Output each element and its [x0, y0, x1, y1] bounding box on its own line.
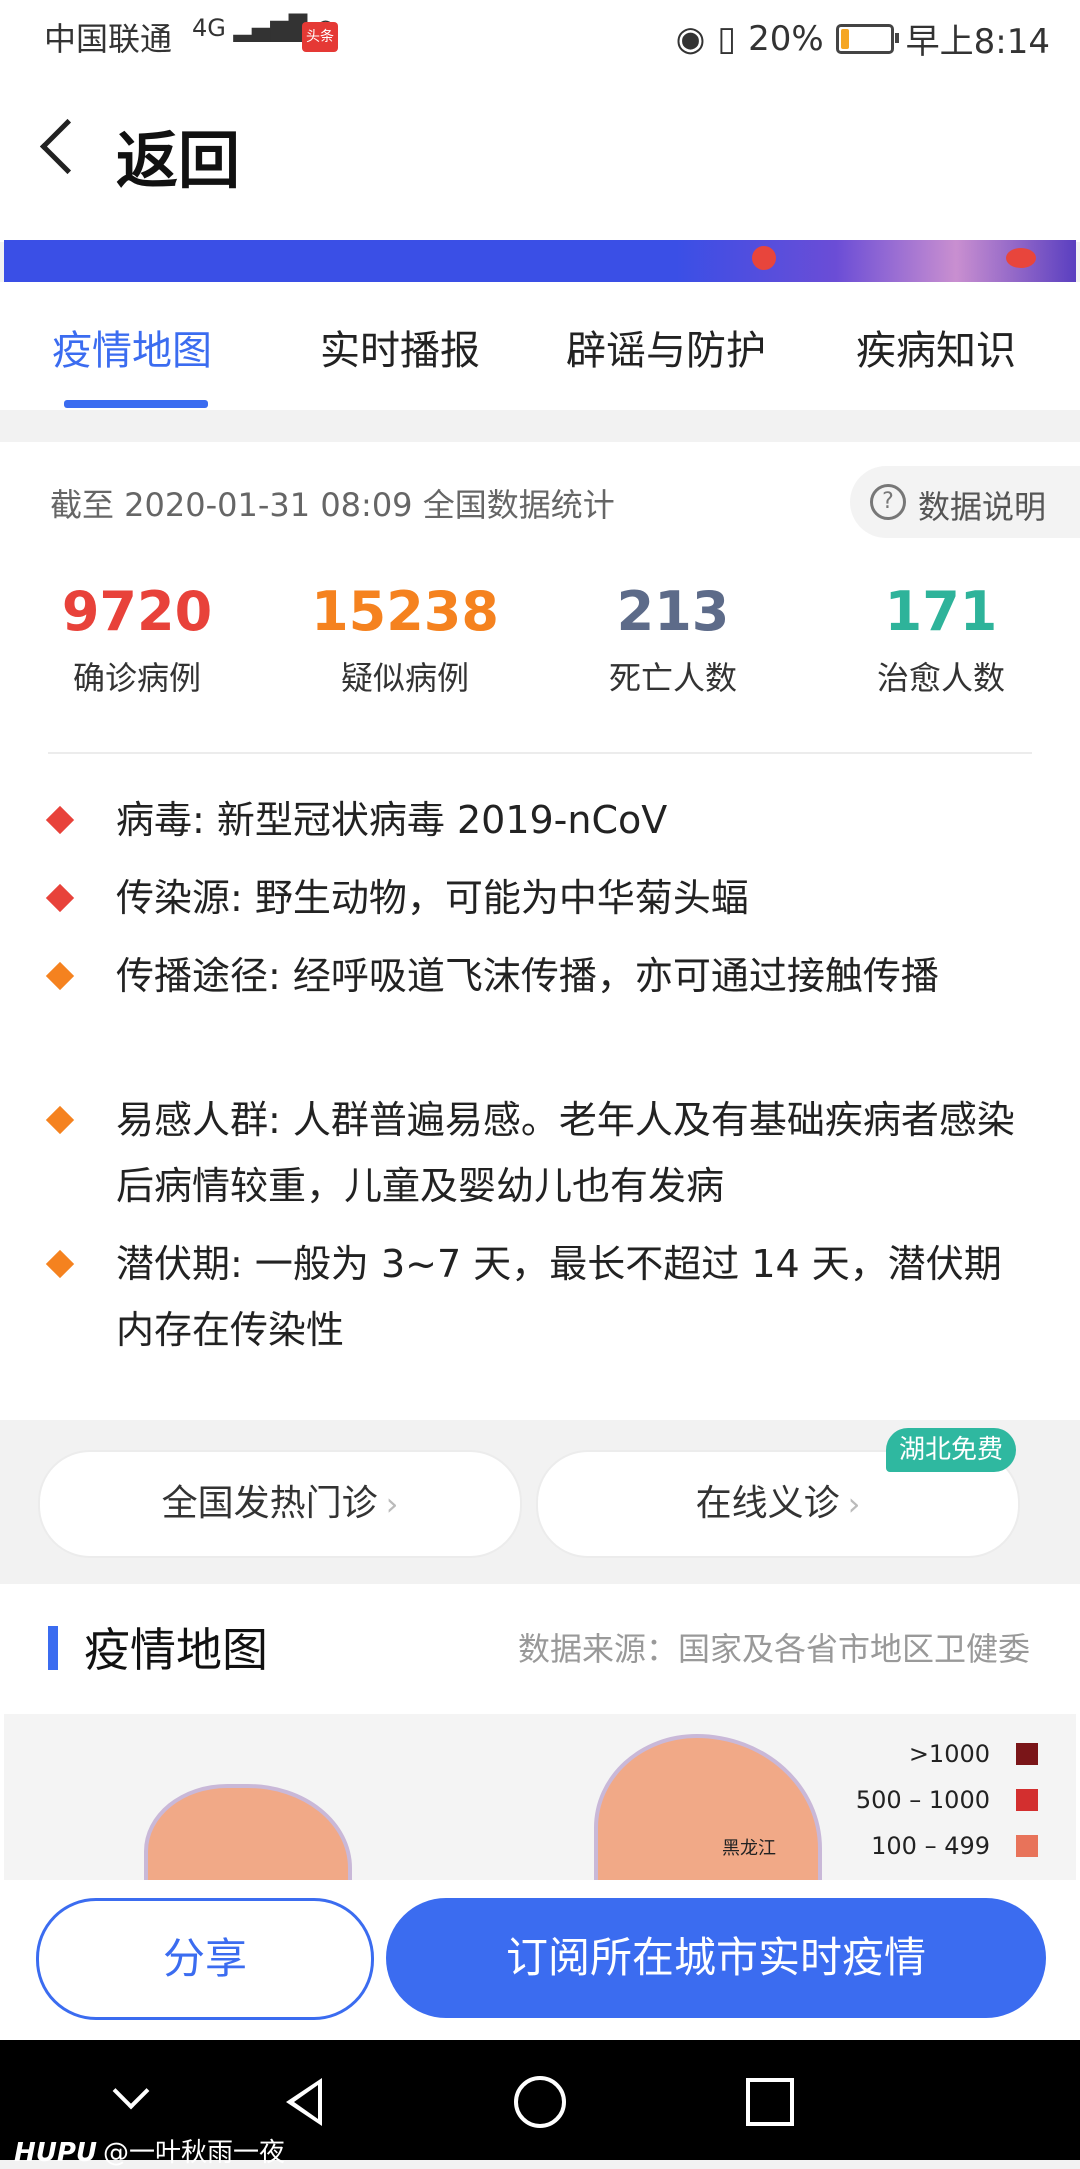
- back-chevron-icon[interactable]: [39, 118, 96, 175]
- stat-value: 213: [616, 580, 730, 643]
- stat-value: 15238: [311, 580, 499, 643]
- map-province-heilongjiang[interactable]: [594, 1734, 822, 1884]
- fever-clinic-label: 全国发热门诊: [161, 1483, 378, 1524]
- tab-bar: 疫情地图 实时播报 辟谣与防护 疾病知识: [0, 282, 1080, 410]
- stat-label: 确诊病例: [72, 659, 201, 697]
- hubei-free-badge: 湖北免费: [886, 1428, 1016, 1472]
- banner-decoration: [752, 246, 776, 270]
- carrier-name: 中国联通: [44, 20, 173, 58]
- eye-icon: ◉: [675, 18, 706, 59]
- vibrate-icon: ▯: [717, 18, 737, 59]
- legend-label: >1000: [908, 1740, 990, 1768]
- question-icon: ?: [870, 484, 906, 520]
- bullet-icon: [45, 1249, 75, 1279]
- bullet-icon: [45, 1105, 75, 1135]
- stat-suspected: 15238 疑似病例: [270, 580, 540, 699]
- clock: 早上8:14: [905, 22, 1050, 62]
- legend-item: >1000: [909, 1740, 1038, 1768]
- legend-swatch: [1016, 1743, 1038, 1765]
- header: 返回: [0, 72, 1080, 242]
- chevron-right-icon: ›: [385, 1485, 399, 1523]
- info-source: 传染源: 野生动物，可能为中华菊头蝠: [116, 876, 749, 920]
- chevron-right-icon: ›: [847, 1485, 861, 1523]
- summary-card: 截至 2020-01-31 08:09 全国数据统计 ? 数据说明 9720 确…: [0, 442, 1080, 1420]
- system-nav-bar: HUPU @一叶秋雨一夜: [0, 2040, 1080, 2168]
- nav-home-icon[interactable]: [514, 2076, 566, 2128]
- nav-back-icon-inner: [294, 2085, 318, 2119]
- legend-swatch: [1016, 1789, 1038, 1811]
- fever-clinic-button[interactable]: 全国发热门诊 ›: [38, 1450, 522, 1558]
- bullet-icon: [45, 805, 75, 835]
- stat-confirmed: 9720 确诊病例: [2, 580, 272, 699]
- bottom-action-bar: 分享 订阅所在城市实时疫情: [0, 1880, 1080, 2040]
- info-transmission: 传播途径: 经呼吸道飞沫传播，亦可通过接触传播: [116, 954, 939, 998]
- stat-value: 9720: [61, 580, 213, 643]
- china-map[interactable]: 黑龙江 >1000 500 – 1000 100 – 499: [4, 1714, 1076, 1884]
- province-label: 黑龙江: [722, 1838, 776, 1859]
- bullet-icon: [45, 961, 75, 991]
- stat-deaths: 213 死亡人数: [538, 580, 808, 699]
- divider: [48, 752, 1032, 754]
- back-button[interactable]: 返回: [116, 110, 240, 200]
- legend-swatch: [1016, 1835, 1038, 1857]
- info-incubation: 潜伏期: 一般为 3~7 天，最长不超过 14 天，潜伏期内存在传染性: [116, 1242, 1002, 1352]
- section-accent-bar: [48, 1626, 58, 1670]
- subscribe-button[interactable]: 订阅所在城市实时疫情: [386, 1898, 1046, 2018]
- app-badge: 头条: [302, 22, 338, 52]
- data-source: 数据来源：国家及各省市地区卫健委: [517, 1630, 1030, 1668]
- info-susceptible: 易感人群: 人群普遍易感。老年人及有基础疾病者感染后病情较重，儿童及婴幼儿也有发…: [116, 1098, 1015, 1208]
- tab-disease-knowledge[interactable]: 疾病知识: [856, 318, 1016, 376]
- tab-live-report[interactable]: 实时播报: [320, 318, 480, 376]
- map-section: 疫情地图 数据来源：国家及各省市地区卫健委 黑龙江 >1000 500 – 10…: [0, 1584, 1080, 1884]
- battery-icon: [835, 23, 899, 54]
- hide-keyboard-icon[interactable]: [112, 2072, 150, 2110]
- online-consult-label: 在线义诊: [695, 1483, 840, 1524]
- status-bar: 中国联通 4G ▂▄▆█ ◠ 头条 ◉ ▯ 20% 早上8:14: [0, 0, 1080, 72]
- map-province[interactable]: [144, 1784, 352, 1884]
- tab-rumor-protection[interactable]: 辟谣与防护: [566, 318, 766, 376]
- data-note-button[interactable]: ? 数据说明: [850, 466, 1080, 538]
- banner-image: [4, 240, 1076, 282]
- stat-label: 疑似病例: [340, 659, 469, 697]
- battery-text: 20%: [748, 18, 824, 59]
- info-virus: 病毒: 新型冠状病毒 2019-nCoV: [116, 798, 668, 842]
- stat-label: 死亡人数: [608, 659, 737, 697]
- watermark: HUPU @一叶秋雨一夜: [14, 2138, 286, 2168]
- legend-item: 100 – 499: [871, 1832, 1038, 1860]
- nav-recent-apps-icon[interactable]: [746, 2078, 794, 2126]
- tab-epidemic-map[interactable]: 疫情地图: [52, 318, 212, 376]
- legend-item: 500 – 1000: [856, 1786, 1038, 1814]
- stat-value: 171: [884, 580, 998, 643]
- stat-label: 治愈人数: [876, 659, 1005, 697]
- legend-label: 100 – 499: [871, 1832, 990, 1860]
- section-title: 疫情地图: [84, 1623, 268, 1677]
- legend-label: 500 – 1000: [855, 1786, 990, 1814]
- active-tab-indicator: [64, 400, 208, 408]
- data-note-label: 数据说明: [918, 488, 1047, 526]
- status-right: ◉ ▯ 20% 早上8:14: [676, 14, 1050, 63]
- bullet-icon: [45, 883, 75, 913]
- share-button[interactable]: 分享: [36, 1898, 374, 2020]
- banner-decoration: [1006, 248, 1036, 268]
- update-time: 截至 2020-01-31 08:09 全国数据统计: [50, 486, 615, 524]
- stat-cured: 171 治愈人数: [806, 580, 1076, 699]
